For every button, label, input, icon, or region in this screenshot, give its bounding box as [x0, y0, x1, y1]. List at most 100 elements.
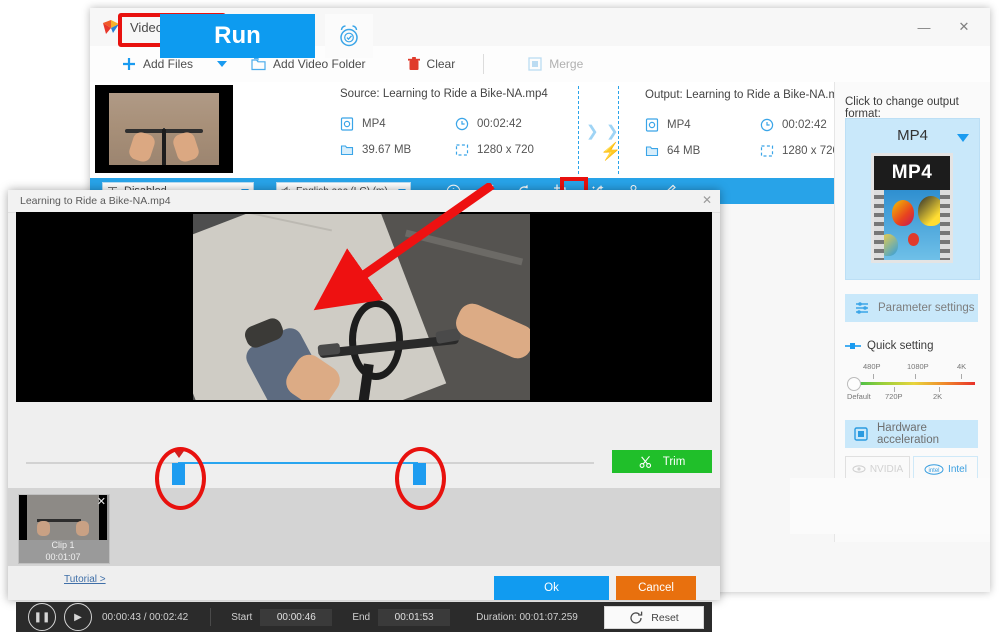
video-preview-area[interactable] [16, 212, 712, 402]
trim-dialog-titlebar: Learning to Ride a Bike-NA.mp4 ✕ [8, 190, 720, 213]
slider-track[interactable] [853, 382, 975, 385]
caret-down-icon [217, 61, 228, 67]
tutorial-link[interactable]: Tutorial > [64, 574, 106, 585]
trim-handle-left[interactable] [172, 463, 185, 485]
video-frame [193, 214, 530, 400]
file-icon [340, 143, 354, 157]
source-size: 39.67 MB [340, 137, 455, 163]
format-thumb-text: MP4 [874, 156, 950, 190]
trim-handle-right[interactable] [413, 463, 426, 485]
quick-setting-label: Quick setting [867, 340, 934, 352]
plus-icon [122, 57, 136, 71]
slider-knob[interactable] [847, 377, 861, 391]
trim-dialog: Learning to Ride a Bike-NA.mp4 ✕ ❚❚ ▶ 00… [8, 190, 720, 632]
source-resolution: 1280 x 720 [455, 137, 570, 163]
alarm-clock-icon[interactable] [325, 14, 373, 58]
refresh-icon [629, 611, 643, 625]
trash-icon [407, 57, 420, 71]
list-item[interactable]: ✕ Clip 1 00:01:07 [18, 494, 110, 564]
output-size: 64 MB [645, 138, 760, 164]
close-button[interactable]: ✕ [944, 8, 984, 46]
app-logo-icon [102, 18, 120, 36]
minimize-button[interactable]: — [904, 8, 944, 46]
merge-button[interactable]: Merge [518, 46, 593, 82]
slider-label-2k: 2K [933, 392, 943, 401]
folder-add-icon [251, 57, 266, 71]
hardware-acceleration-button[interactable]: Hardware acceleration [845, 420, 978, 448]
player-divider [210, 608, 212, 626]
scissors-icon [639, 455, 653, 469]
player-controls-bar: ❚❚ ▶ 00:00:43 / 00:02:42 Start 00:00:46 … [16, 602, 712, 632]
window-controls: — ✕ [904, 8, 984, 46]
timeline-selection[interactable] [178, 462, 418, 464]
duration-text: Duration: 00:01:07.259 [476, 611, 578, 623]
slider-label-1080p: 1080P [907, 362, 929, 371]
start-label: Start [231, 611, 253, 623]
run-button[interactable]: Run [160, 14, 315, 58]
file-icon [645, 144, 659, 158]
intel-label: Intel [948, 463, 967, 475]
end-time-input[interactable]: 00:01:53 [378, 608, 451, 626]
end-label: End [352, 611, 371, 623]
trim-button[interactable]: Trim [612, 450, 712, 473]
output-format-label: Click to change output format: [845, 96, 959, 120]
cancel-button[interactable]: Cancel [616, 576, 696, 600]
time-display: 00:00:43 / 00:02:42 [102, 611, 189, 623]
clock-icon [455, 117, 469, 131]
slider-label-default: Default [847, 392, 871, 401]
slider-label-4k: 4K [957, 362, 967, 371]
slider-top-labels: 480P 1080P 4K [847, 362, 977, 374]
source-info: Source: Learning to Ride a Bike-NA.mp4 M… [340, 88, 570, 163]
nvidia-label: NVIDIA [869, 463, 904, 475]
toolbar-divider [483, 54, 485, 74]
clip-thumbnail [19, 495, 107, 540]
slider-tick [873, 374, 874, 379]
source-format: MP4 [340, 111, 455, 137]
output-duration-value: 00:02:42 [782, 119, 827, 131]
pause-icon[interactable]: ❚❚ [28, 603, 56, 631]
crop-frame-icon [455, 143, 469, 157]
add-files-label: Add Files [143, 57, 194, 71]
caret-down-icon[interactable] [957, 134, 969, 142]
reset-label: Reset [651, 611, 679, 624]
sliders-icon [855, 301, 870, 315]
add-video-folder-label: Add Video Folder [273, 57, 366, 71]
slider-label-720p: 720P [885, 392, 903, 401]
video-thumbnail[interactable] [95, 85, 233, 173]
source-format-value: MP4 [362, 118, 386, 130]
clip-list: ✕ Clip 1 00:01:07 [8, 488, 720, 566]
source-title: Source: Learning to Ride a Bike-NA.mp4 [340, 88, 548, 100]
clip-name: Clip 1 [51, 540, 75, 550]
trim-timeline: Trim [8, 442, 720, 488]
source-size-value: 39.67 MB [362, 144, 412, 156]
merge-label: Merge [549, 57, 584, 71]
start-time-input[interactable]: 00:00:46 [260, 608, 333, 626]
output-format: MP4 [645, 112, 760, 138]
slider-tick [915, 374, 916, 379]
slider-bottom-labels: Default 720P 2K [847, 392, 977, 404]
clock-icon [760, 118, 774, 132]
slider-label-480p: 480P [863, 362, 881, 371]
run-bar [790, 478, 990, 534]
chevron-right-icon: ❯ [606, 123, 619, 140]
close-icon[interactable]: ✕ [97, 495, 106, 508]
clear-label: Clear [426, 57, 456, 71]
conversion-arrow-zone: ❯ ❯ ⚡ [578, 86, 638, 174]
reset-button[interactable]: Reset [604, 606, 704, 629]
trim-label: Trim [662, 455, 686, 468]
clear-button[interactable]: Clear [398, 46, 466, 82]
source-duration-value: 00:02:42 [477, 118, 522, 130]
lightning-bolt-icon: ⚡ [600, 142, 622, 161]
output-title: Output: Learning to Ride a Bike-NA.mp4 [645, 89, 851, 101]
source-resolution-value: 1280 x 720 [477, 144, 534, 156]
parameter-settings-button[interactable]: Parameter settings [845, 294, 978, 322]
output-format-value: MP4 [667, 119, 691, 131]
play-icon[interactable]: ▶ [64, 603, 92, 631]
format-preview-thumbnail: MP4 [871, 153, 953, 263]
ok-button[interactable]: Ok [494, 576, 609, 600]
output-format-card[interactable]: MP4 MP4 [845, 118, 980, 280]
close-icon[interactable]: ✕ [702, 193, 712, 207]
quality-slider[interactable]: 480P 1080P 4K Default 720P 2K [847, 362, 977, 408]
playhead-marker[interactable] [174, 451, 184, 458]
output-size-value: 64 MB [667, 145, 701, 157]
